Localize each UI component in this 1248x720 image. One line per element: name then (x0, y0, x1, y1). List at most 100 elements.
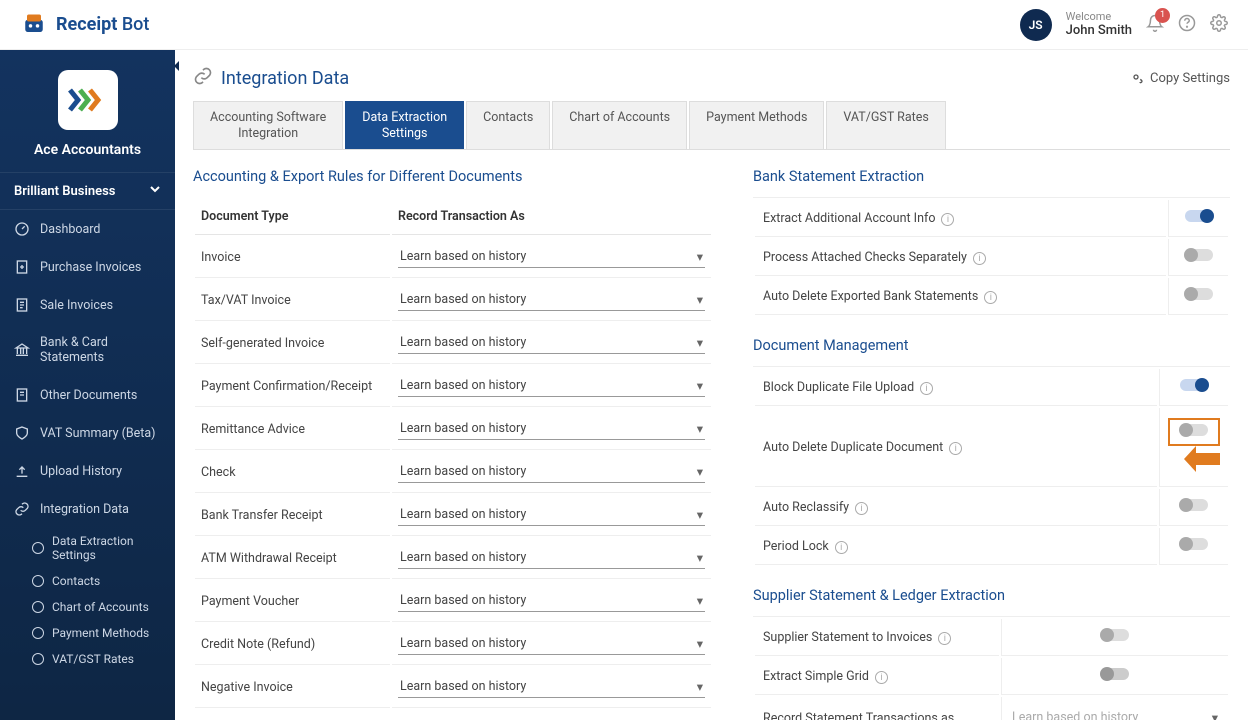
brand-logo[interactable]: Receipt Bot (20, 11, 149, 39)
arrow-callout-icon (1184, 446, 1220, 476)
toggle[interactable] (1101, 668, 1129, 680)
subnav-vat-gst-rates[interactable]: VAT/GST Rates (18, 646, 175, 672)
main-content: Integration Data Copy Settings Accountin… (175, 50, 1248, 720)
toggle[interactable] (1101, 629, 1129, 641)
record-transaction-select[interactable]: Learn based on history ▾ (398, 418, 705, 440)
copy-settings-label: Copy Settings (1150, 71, 1230, 86)
record-transaction-select[interactable]: Learn based on history ▾ (398, 375, 705, 397)
nav-bank-statements[interactable]: Bank & Card Statements (0, 324, 175, 376)
subnav-payment-methods[interactable]: Payment Methods (18, 620, 175, 646)
caret-down-icon: ▾ (697, 507, 703, 523)
info-icon[interactable]: i (941, 213, 954, 226)
info-icon[interactable]: i (949, 442, 962, 455)
setting-row: Period Locki (755, 528, 1228, 565)
doc-type-label: Credit Note (Refund) (195, 624, 390, 665)
table-row: Self-generated Invoice Learn based on hi… (195, 323, 711, 364)
toggle[interactable] (1180, 499, 1208, 511)
tab-contacts[interactable]: Contacts (466, 101, 550, 149)
info-icon[interactable]: i (855, 502, 868, 515)
table-row: ATM Withdrawal Receipt Learn based on hi… (195, 538, 711, 579)
bullet-icon (32, 575, 44, 587)
table-row: Invoice Learn based on history ▾ (195, 237, 711, 278)
section-heading-accounting-rules: Accounting & Export Rules for Different … (193, 168, 713, 185)
chevron-down-icon (149, 183, 161, 199)
record-transaction-select[interactable]: Learn based on history ▾ (398, 633, 705, 655)
copy-settings-button[interactable]: Copy Settings (1128, 69, 1230, 89)
setting-label: Block Duplicate File Uploadi (755, 369, 1157, 406)
info-icon[interactable]: i (973, 252, 986, 265)
info-icon[interactable]: i (835, 541, 848, 554)
nav-label: Upload History (40, 464, 122, 479)
subnav-chart-of-accounts[interactable]: Chart of Accounts (18, 594, 175, 620)
record-transaction-select[interactable]: Learn based on history ▾ (398, 461, 705, 483)
upload-icon (14, 463, 30, 479)
tab-vat-gst-rates[interactable]: VAT/GST Rates (826, 101, 945, 149)
record-transaction-select[interactable]: Learn based on history ▾ (398, 504, 705, 526)
record-transaction-select[interactable]: Learn based on history ▾ (398, 246, 705, 268)
subnav-label: Payment Methods (52, 626, 149, 640)
nav-vat-summary[interactable]: VAT Summary (Beta) (0, 414, 175, 452)
robot-icon (20, 11, 48, 39)
help-icon[interactable] (1178, 14, 1196, 36)
table-row: Order Confirmation Learn based on histor… (195, 710, 711, 720)
toggle[interactable] (1185, 210, 1213, 222)
tab-chart-of-accounts[interactable]: Chart of Accounts (552, 101, 687, 149)
client-selector[interactable]: Brilliant Business (0, 172, 175, 210)
record-transaction-select[interactable]: Learn based on history ▾ (398, 676, 705, 698)
doc-management-table: Block Duplicate File Uploadi Auto Delete… (753, 366, 1230, 567)
tab-data-extraction-settings[interactable]: Data ExtractionSettings (345, 101, 464, 149)
setting-row: Process Attached Checks Separatelyi (755, 239, 1228, 276)
setting-label: Auto Delete Exported Bank Statementsi (755, 278, 1166, 315)
record-transactions-select[interactable]: Learn based on history ▾ (1010, 707, 1220, 720)
setting-label: Auto Delete Duplicate Documenti (755, 408, 1157, 487)
nav-dashboard[interactable]: Dashboard (0, 210, 175, 248)
record-transaction-select[interactable]: Learn based on history ▾ (398, 289, 705, 311)
caret-down-icon: ▾ (697, 335, 703, 351)
bullet-icon (32, 653, 44, 665)
section-heading-bank: Bank Statement Extraction (753, 168, 1230, 185)
info-icon[interactable]: i (875, 671, 888, 684)
subnav-label: Data Extraction Settings (52, 534, 161, 562)
nav-integration-data[interactable]: Integration Data (0, 490, 175, 528)
brand-name: Receipt Bot (56, 14, 149, 35)
nav-other-documents[interactable]: Other Documents (0, 376, 175, 414)
toggle[interactable] (1180, 538, 1208, 550)
nav-upload-history[interactable]: Upload History (0, 452, 175, 490)
record-transaction-select[interactable]: Learn based on history ▾ (398, 332, 705, 354)
notifications-icon[interactable]: 1 (1146, 14, 1164, 36)
table-row: Check Learn based on history ▾ (195, 452, 711, 493)
page-title-text: Integration Data (221, 68, 349, 89)
subnav-data-extraction-settings[interactable]: Data Extraction Settings (18, 528, 175, 568)
gear-icon[interactable] (1210, 14, 1228, 36)
nav-sale-invoices[interactable]: Sale Invoices (0, 286, 175, 324)
record-transaction-select[interactable]: Learn based on history ▾ (398, 590, 705, 612)
toggle[interactable] (1185, 288, 1213, 300)
setting-row: Auto Delete Exported Bank Statementsi (755, 278, 1228, 315)
info-icon[interactable]: i (920, 382, 933, 395)
subnav-contacts[interactable]: Contacts (18, 568, 175, 594)
nav-purchase-invoices[interactable]: Purchase Invoices (0, 248, 175, 286)
caret-down-icon: ▾ (697, 636, 703, 652)
tab-payment-methods[interactable]: Payment Methods (689, 101, 824, 149)
highlight-box (1168, 418, 1220, 446)
avatar[interactable]: JS (1020, 9, 1052, 41)
nav-label: VAT Summary (Beta) (40, 426, 156, 441)
table-row: Credit Note (Refund) Learn based on hist… (195, 624, 711, 665)
invoice-in-icon (14, 259, 30, 275)
setting-label: Auto Reclassifyi (755, 489, 1157, 526)
document-icon (14, 387, 30, 403)
setting-label: Extract Additional Account Infoi (755, 200, 1166, 237)
caret-down-icon: ▾ (697, 464, 703, 480)
nav: Dashboard Purchase Invoices Sale Invoice… (0, 210, 175, 672)
collapse-sidebar-icon[interactable] (169, 58, 185, 74)
toggle[interactable] (1180, 379, 1208, 391)
caret-down-icon: ▾ (697, 249, 703, 265)
nav-label: Purchase Invoices (40, 260, 141, 275)
info-icon[interactable]: i (984, 291, 997, 304)
record-transaction-select[interactable]: Learn based on history ▾ (398, 547, 705, 569)
info-icon[interactable]: i (938, 632, 951, 645)
tab-accounting-software-integration[interactable]: Accounting SoftwareIntegration (193, 101, 343, 149)
table-row: Remittance Advice Learn based on history… (195, 409, 711, 450)
toggle[interactable] (1180, 424, 1208, 436)
toggle[interactable] (1185, 249, 1213, 261)
